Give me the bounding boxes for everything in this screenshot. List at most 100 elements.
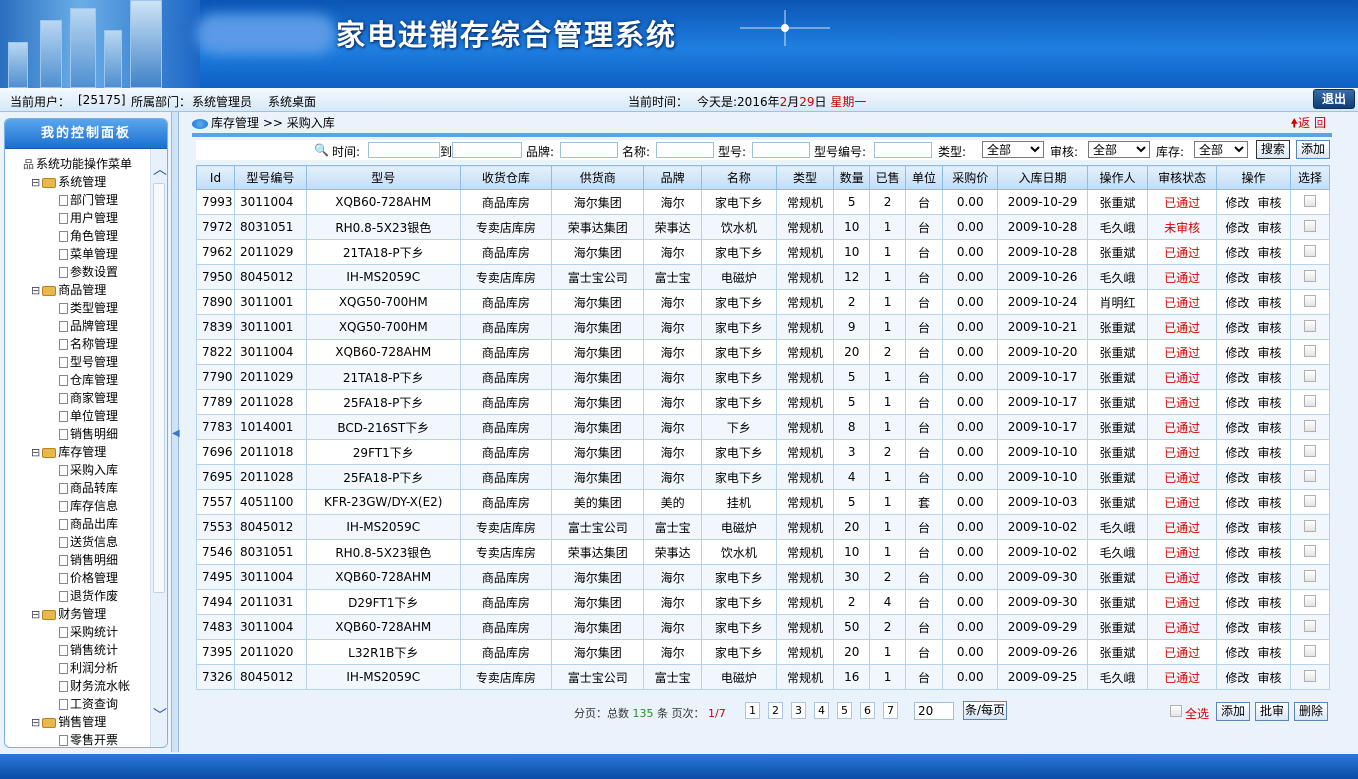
audit-link[interactable]: 审核	[1257, 196, 1281, 210]
sidebar-item[interactable]: 送货信息	[19, 533, 153, 551]
sidebar-item[interactable]: 库存信息	[19, 497, 153, 515]
audit-link[interactable]: 审核	[1257, 621, 1281, 635]
audit-link[interactable]: 审核	[1257, 596, 1281, 610]
sidebar-item[interactable]: 商品转库	[19, 479, 153, 497]
per-page-button[interactable]: 条/每页	[963, 701, 1007, 720]
sidebar-item[interactable]: 工资查询	[19, 695, 153, 713]
edit-link[interactable]: 修改	[1225, 296, 1249, 310]
audit-link[interactable]: 审核	[1257, 671, 1281, 685]
sidebar-group[interactable]: ⊟ 库存管理	[19, 443, 153, 461]
sidebar-item[interactable]: 型号管理	[19, 353, 153, 371]
audit-link[interactable]: 审核	[1257, 346, 1281, 360]
row-checkbox[interactable]	[1303, 344, 1316, 357]
row-checkbox[interactable]	[1303, 619, 1316, 632]
sidebar-group[interactable]: ⊟ 商品管理	[19, 281, 153, 299]
tree-toggle-icon[interactable]: ⊟	[31, 444, 40, 462]
audit-link[interactable]: 审核	[1257, 421, 1281, 435]
add-bottom-button[interactable]: 添加	[1216, 702, 1250, 721]
sidebar-item[interactable]: 单位管理	[19, 407, 153, 425]
start-time-input[interactable]	[368, 142, 440, 158]
edit-link[interactable]: 修改	[1225, 546, 1249, 560]
sidebar-item[interactable]: 商家管理	[19, 389, 153, 407]
page-link[interactable]: 5	[837, 702, 852, 719]
stock-select[interactable]: 全部	[1194, 141, 1248, 158]
audit-link[interactable]: 审核	[1257, 246, 1281, 260]
row-checkbox[interactable]	[1303, 644, 1316, 657]
batch-audit-button[interactable]: 批审	[1255, 702, 1289, 721]
audit-link[interactable]: 审核	[1257, 546, 1281, 560]
page-link[interactable]: 1	[745, 702, 760, 719]
panel-splitter[interactable]: ◀	[171, 112, 180, 752]
end-time-input[interactable]	[452, 142, 522, 158]
sidebar-item[interactable]: 采购统计	[19, 623, 153, 641]
menu-root[interactable]: 品系统功能操作菜单	[19, 155, 153, 173]
add-button[interactable]: 添加	[1296, 140, 1330, 159]
edit-link[interactable]: 修改	[1225, 321, 1249, 335]
sidebar-item[interactable]: 销售明细	[19, 425, 153, 443]
sidebar-item[interactable]: 仓库管理	[19, 371, 153, 389]
tree-toggle-icon[interactable]: ⊟	[31, 174, 40, 192]
audit-link[interactable]: 审核	[1257, 571, 1281, 585]
scroll-thumb[interactable]	[153, 183, 165, 593]
select-all-checkbox[interactable]	[1170, 705, 1182, 717]
name-input[interactable]	[656, 142, 714, 158]
row-checkbox[interactable]	[1303, 494, 1316, 507]
breadcrumb-section[interactable]: 库存管理	[211, 116, 259, 130]
edit-link[interactable]: 修改	[1225, 246, 1249, 260]
page-link[interactable]: 6	[860, 702, 875, 719]
type-select[interactable]: 全部	[982, 141, 1044, 158]
audit-link[interactable]: 审核	[1257, 646, 1281, 660]
model-input[interactable]	[752, 142, 810, 158]
sidebar-item[interactable]: 参数设置	[19, 263, 153, 281]
sidebar-item[interactable]: 退货作废	[19, 587, 153, 605]
scroll-down-icon[interactable]: ﹀	[153, 705, 167, 725]
edit-link[interactable]: 修改	[1225, 221, 1249, 235]
sidebar-item[interactable]: 销售统计	[19, 641, 153, 659]
edit-link[interactable]: 修改	[1225, 446, 1249, 460]
back-link[interactable]: 🠝返 回	[1290, 114, 1326, 135]
sidebar-item[interactable]: 商品出库	[19, 515, 153, 533]
row-checkbox[interactable]	[1303, 444, 1316, 457]
audit-link[interactable]: 审核	[1257, 296, 1281, 310]
sidebar-item[interactable]: 品牌管理	[19, 317, 153, 335]
audit-link[interactable]: 审核	[1257, 521, 1281, 535]
page-link[interactable]: 3	[791, 702, 806, 719]
sidebar-group[interactable]: ⊟ 财务管理	[19, 605, 153, 623]
edit-link[interactable]: 修改	[1225, 621, 1249, 635]
sidebar-item[interactable]: 名称管理	[19, 335, 153, 353]
page-link[interactable]: 7	[883, 702, 898, 719]
edit-link[interactable]: 修改	[1225, 346, 1249, 360]
tree-toggle-icon[interactable]: ⊟	[31, 714, 40, 732]
tree-toggle-icon[interactable]: ⊟	[31, 282, 40, 300]
sidebar-group[interactable]: ⊟ 销售管理	[19, 713, 153, 731]
edit-link[interactable]: 修改	[1225, 471, 1249, 485]
brand-input[interactable]	[560, 142, 618, 158]
row-checkbox[interactable]	[1303, 219, 1316, 232]
page-link[interactable]: 4	[814, 702, 829, 719]
row-checkbox[interactable]	[1303, 319, 1316, 332]
sidebar-item[interactable]: 财务流水帐	[19, 677, 153, 695]
system-desktop-link[interactable]: 系统桌面	[268, 93, 316, 110]
sidebar-item[interactable]: 用户管理	[19, 209, 153, 227]
audit-link[interactable]: 审核	[1257, 221, 1281, 235]
edit-link[interactable]: 修改	[1225, 571, 1249, 585]
page-size-input[interactable]: 20	[914, 702, 954, 720]
row-checkbox[interactable]	[1303, 269, 1316, 282]
edit-link[interactable]: 修改	[1225, 496, 1249, 510]
delete-button[interactable]: 删除	[1294, 702, 1328, 721]
audit-link[interactable]: 审核	[1257, 471, 1281, 485]
logout-button[interactable]: 退出	[1313, 89, 1355, 109]
sidebar-item[interactable]: 采购入库	[19, 461, 153, 479]
sidebar-item[interactable]: 利润分析	[19, 659, 153, 677]
audit-link[interactable]: 审核	[1257, 371, 1281, 385]
edit-link[interactable]: 修改	[1225, 646, 1249, 660]
edit-link[interactable]: 修改	[1225, 371, 1249, 385]
collapse-arrow-icon[interactable]: ◀	[172, 422, 180, 446]
sidebar-scrollbar[interactable]: ︿ ﹀	[150, 149, 167, 747]
row-checkbox[interactable]	[1303, 394, 1316, 407]
tree-toggle-icon[interactable]: ⊟	[31, 606, 40, 624]
model-no-input[interactable]	[874, 142, 932, 158]
row-checkbox[interactable]	[1303, 669, 1316, 682]
audit-link[interactable]: 审核	[1257, 446, 1281, 460]
sidebar-item[interactable]: 零售开票	[19, 731, 153, 747]
